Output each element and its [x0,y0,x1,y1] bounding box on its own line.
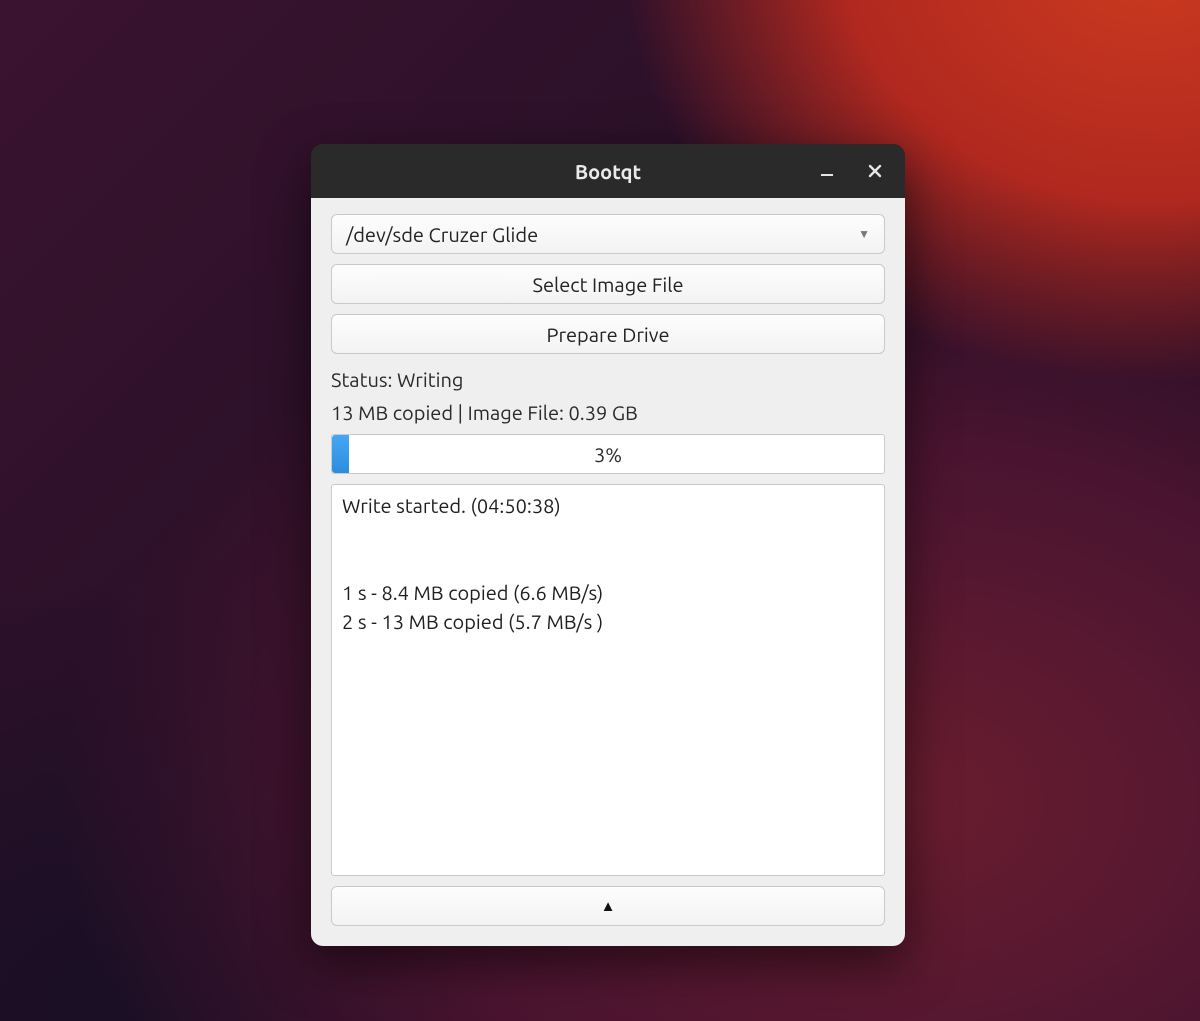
close-button[interactable] [853,151,897,191]
expand-toggle-button[interactable]: ▲ [331,886,885,926]
drive-select-value: /dev/sde Cruzer Glide [346,223,538,246]
select-image-button[interactable]: Select Image File [331,264,885,304]
triangle-up-icon: ▲ [601,897,616,915]
progress-text: 3% [332,435,884,473]
progress-bar: 3% [331,434,885,474]
desktop-background: Bootqt /dev/sde Cruzer Glide [0,0,1200,1021]
status-label: Status: Writing [331,368,885,391]
window-titlebar[interactable]: Bootqt [311,144,905,198]
log-output[interactable]: Write started. (04:50:38) 1 s - 8.4 MB c… [331,484,885,876]
minimize-icon [819,163,835,179]
minimize-button[interactable] [805,151,849,191]
prepare-drive-label: Prepare Drive [547,323,670,346]
prepare-drive-button[interactable]: Prepare Drive [331,314,885,354]
status-detail: 13 MB copied | Image File: 0.39 GB [331,401,885,424]
drive-select[interactable]: /dev/sde Cruzer Glide ▼ [331,214,885,254]
window-body: /dev/sde Cruzer Glide ▼ Select Image Fil… [311,198,905,946]
window-controls [805,144,897,198]
select-image-label: Select Image File [533,273,684,296]
app-window: Bootqt /dev/sde Cruzer Glide [311,144,905,946]
close-icon [868,164,882,178]
chevron-down-icon: ▼ [858,227,870,241]
